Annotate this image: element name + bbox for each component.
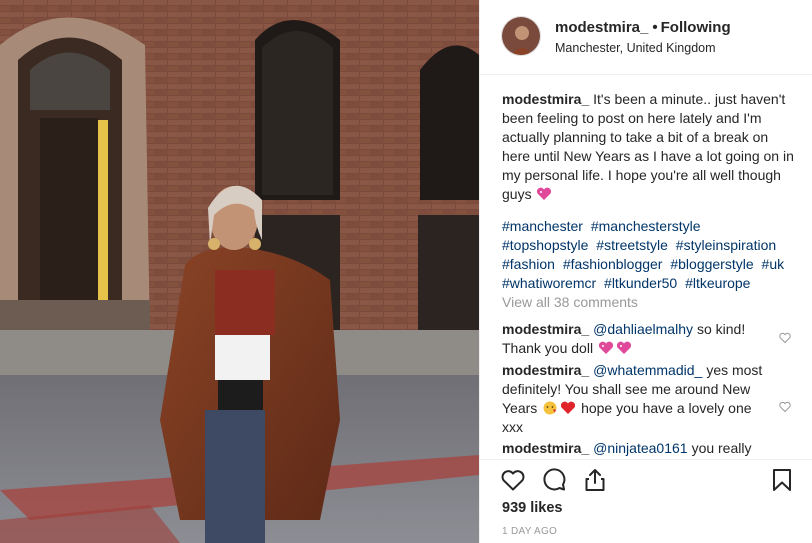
post-timestamp[interactable]: 1 DAY AGO xyxy=(502,526,557,537)
post-actions: 939 likes 1 DAY AGO xyxy=(480,459,812,543)
hashtag-link[interactable]: #ltkeurope xyxy=(685,275,750,291)
header-username[interactable]: modestmira_ xyxy=(555,19,648,36)
comment-text-continued: hope you have a lovely one xxx xyxy=(502,400,752,435)
comment-username[interactable]: modestmira_ xyxy=(502,440,589,456)
bookmark-icon[interactable] xyxy=(769,467,795,493)
comment-like-heart-icon[interactable] xyxy=(779,332,791,344)
hashtag-link[interactable]: #whatiworemcr xyxy=(502,275,596,291)
location-link[interactable]: Manchester, United Kingdom xyxy=(555,41,716,55)
hashtag-link[interactable]: #topshopstyle xyxy=(502,237,588,253)
caption-username[interactable]: modestmira_ xyxy=(502,91,589,107)
caption: modestmira_ It's been a minute.. just hav… xyxy=(502,90,798,204)
post-image xyxy=(0,0,479,543)
comment-username[interactable]: modestmira_ xyxy=(502,321,589,337)
hashtag-link[interactable]: #styleinspiration xyxy=(676,237,776,253)
comment-text: you really xyxy=(691,440,752,456)
share-icon[interactable] xyxy=(582,467,608,493)
hashtags: #manchester #manchesterstyle #topshopsty… xyxy=(502,217,798,293)
sparkling-heart-emoji-icon xyxy=(598,341,614,354)
hashtag-link[interactable]: #manchester xyxy=(502,218,583,234)
comment-item: modestmira_ @whatemmadid_ yes most definit… xyxy=(502,361,772,437)
hashtag-link[interactable]: #manchesterstyle xyxy=(591,218,701,234)
post-panel: modestmira_ • Following Manchester, United… xyxy=(479,0,812,543)
header-separator: • xyxy=(652,19,658,36)
view-all-comments-link[interactable]: View all 38 comments xyxy=(502,294,638,310)
following-button[interactable]: Following xyxy=(661,19,731,36)
hashtag-link[interactable]: #bloggerstyle xyxy=(670,256,753,272)
comment-like-heart-icon[interactable] xyxy=(779,401,791,413)
sparkling-heart-emoji-icon xyxy=(616,341,632,354)
comments-section[interactable]: modestmira_ It's been a minute.. just hav… xyxy=(480,76,812,459)
comment-mention[interactable]: @ninjatea0161 xyxy=(593,440,687,456)
heart-outline-icon[interactable] xyxy=(500,467,526,493)
hashtag-link[interactable]: #streetstyle xyxy=(596,237,668,253)
comment-item: modestmira_ @ninjatea0161 you really xyxy=(502,439,772,458)
red-heart-emoji-icon xyxy=(561,401,576,414)
post-header: modestmira_ • Following Manchester, United… xyxy=(480,0,812,75)
sparkling-heart-emoji-icon xyxy=(537,187,552,200)
comment-mention[interactable]: @dahliaelmalhy xyxy=(593,321,693,337)
comment-username[interactable]: modestmira_ xyxy=(502,362,589,378)
kissing-face-emoji-icon xyxy=(543,401,557,415)
hashtag-link[interactable]: #fashionblogger xyxy=(563,256,663,272)
hashtag-link[interactable]: #ltkunder50 xyxy=(604,275,677,291)
comment-mention[interactable]: @whatemmadid_ xyxy=(593,362,702,378)
comment-bubble-icon[interactable] xyxy=(541,467,567,493)
post-photo[interactable] xyxy=(0,0,479,543)
avatar[interactable] xyxy=(501,16,541,56)
caption-text: It's been a minute.. just haven't been f… xyxy=(502,91,794,202)
likes-count[interactable]: 939 likes xyxy=(502,500,562,516)
comment-item: modestmira_ @dahliaelmalhy so kind! Thank … xyxy=(502,320,772,358)
hashtag-link[interactable]: #fashion xyxy=(502,256,555,272)
hashtag-link[interactable]: #uk xyxy=(762,256,785,272)
